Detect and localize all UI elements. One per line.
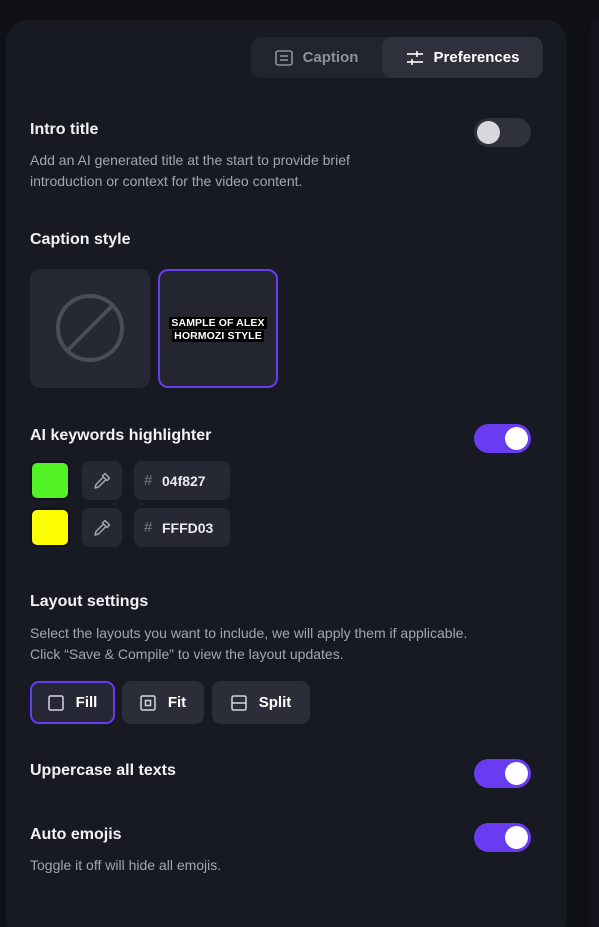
fit-square-icon	[140, 694, 156, 711]
tab-preferences[interactable]: Preferences	[382, 37, 543, 78]
sample-line-1: SAMPLE OF ALEX	[169, 317, 267, 329]
hormozi-sample-text: SAMPLE OF ALEX HORMOZI STYLE	[160, 317, 276, 343]
toggle-knob	[477, 121, 500, 144]
eyedropper-icon	[94, 519, 111, 536]
tab-preferences-label: Preferences	[433, 49, 520, 66]
layout-split-label: Split	[258, 694, 292, 711]
layout-split-button[interactable]: Split	[212, 681, 310, 724]
emojis-toggle[interactable]	[474, 823, 531, 852]
hash-symbol: #	[144, 472, 153, 489]
keywords-heading: AI keywords highlighter	[30, 427, 212, 444]
sample-line-2: HORMOZI STYLE	[172, 330, 264, 342]
hash-symbol: #	[144, 519, 153, 536]
split-square-icon	[231, 694, 247, 711]
color-picker-button-1[interactable]	[82, 461, 122, 500]
adjacent-panel-edge	[591, 20, 599, 927]
toggle-knob	[505, 762, 528, 785]
layout-desc-line-2: Click “Save & Compile” to view the layou…	[30, 646, 344, 662]
layout-heading: Layout settings	[30, 593, 149, 610]
color-swatch-1[interactable]	[30, 461, 70, 500]
toggle-knob	[505, 427, 528, 450]
keywords-toggle[interactable]	[474, 424, 531, 453]
hex-value-2: FFFD03	[162, 519, 214, 536]
layout-fit-label: Fit	[167, 694, 187, 711]
tab-caption-label: Caption	[302, 49, 359, 66]
caption-style-hormozi[interactable]: SAMPLE OF ALEX HORMOZI STYLE	[158, 269, 278, 388]
intro-desc-line-2: introduction or context for the video co…	[30, 173, 303, 189]
emojis-heading: Auto emojis	[30, 826, 122, 843]
layout-fill-button[interactable]: Fill	[30, 681, 115, 724]
eyedropper-icon	[94, 472, 111, 489]
hex-input-1[interactable]: # 04f827	[134, 461, 230, 500]
uppercase-heading: Uppercase all texts	[30, 762, 176, 779]
color-picker-button-2[interactable]	[82, 508, 122, 547]
tab-caption[interactable]: Caption	[251, 37, 382, 78]
sliders-icon	[406, 50, 424, 66]
uppercase-toggle[interactable]	[474, 759, 531, 788]
intro-title-toggle[interactable]	[474, 118, 531, 147]
caption-style-none[interactable]	[30, 269, 150, 388]
fill-square-icon	[47, 694, 64, 711]
no-style-icon	[56, 294, 124, 362]
layout-fit-button[interactable]: Fit	[122, 681, 204, 724]
panel-tabs: Caption Preferences	[251, 37, 543, 78]
color-swatch-2[interactable]	[30, 508, 70, 547]
intro-title-description: Add an AI generated title at the start t…	[30, 150, 550, 192]
caption-icon	[274, 49, 293, 66]
intro-desc-line-1: Add an AI generated title at the start t…	[30, 152, 350, 168]
layout-fill-label: Fill	[75, 694, 98, 711]
toggle-knob	[505, 826, 528, 849]
emojis-description: Toggle it off will hide all emojis.	[30, 857, 222, 873]
hex-input-2[interactable]: # FFFD03	[134, 508, 230, 547]
intro-title-heading: Intro title	[30, 121, 99, 138]
layout-description: Select the layouts you want to include, …	[30, 623, 550, 665]
caption-style-heading: Caption style	[30, 231, 131, 248]
hex-value-1: 04f827	[162, 472, 206, 489]
layout-desc-line-1: Select the layouts you want to include, …	[30, 625, 468, 641]
